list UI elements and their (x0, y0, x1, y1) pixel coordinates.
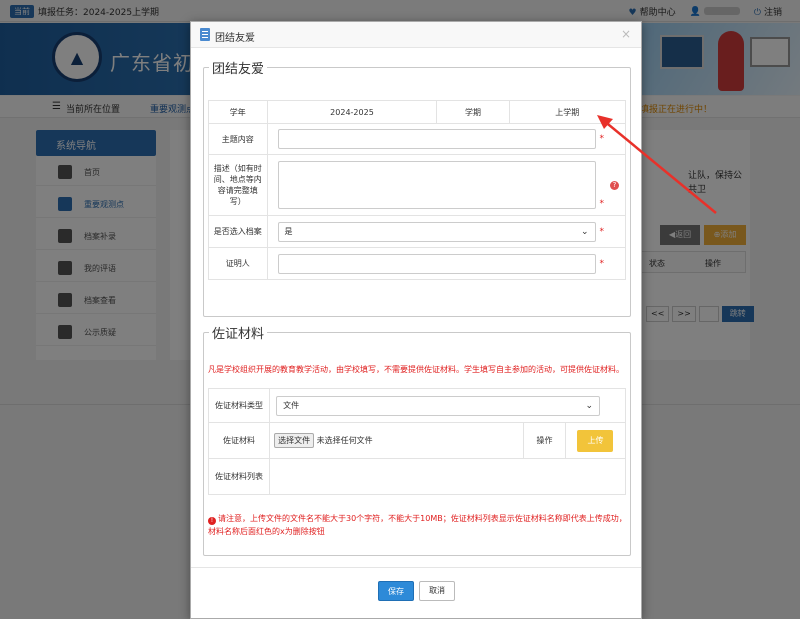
evidence-type-label: 佐证材料类型 (207, 388, 271, 423)
witness-input[interactable] (277, 253, 596, 274)
required-mark: * (599, 226, 605, 237)
evidence-list (269, 458, 626, 495)
required-mark: * (599, 134, 605, 144)
evidence-file-label: 佐证材料 (207, 422, 271, 459)
witness-label: 证明人 (208, 247, 268, 280)
evidence-type-select[interactable]: 文件 ⌄ (276, 395, 601, 416)
term-label: 学期 (436, 100, 510, 124)
help-icon[interactable]: ? (610, 180, 619, 190)
save-button[interactable]: 保存 (378, 581, 414, 601)
document-icon (200, 28, 210, 41)
topic-label: 主题内容 (208, 123, 268, 155)
topic-input[interactable] (277, 129, 596, 149)
choose-file-button[interactable]: 选择文件 (274, 433, 315, 448)
evidence-form-table: 佐证材料类型 文件 ⌄ 佐证材料 选择文件 未选择任何文件 操作 上传 佐证材料… (207, 388, 627, 495)
modal-footer: 保存 取消 (191, 567, 641, 619)
chevron-down-icon: ⌄ (580, 226, 589, 237)
year-value: 2024-2025 (266, 100, 438, 124)
archive-label: 是否选入档案 (208, 215, 268, 248)
year-label: 学年 (208, 100, 268, 124)
modal-title: 团结友爱 (215, 33, 255, 44)
term-value: 上学期 (508, 100, 627, 124)
description-label: 描述（如有时间、地点等内容请完整填写） (208, 154, 268, 216)
archive-select-value: 是 (284, 226, 293, 236)
warning-icon: ! (208, 517, 216, 525)
section-evidence-legend: 佐证材料 (209, 323, 268, 342)
required-mark: * (599, 199, 605, 209)
unity-modal: 团结友爱 × 团结友爱 学年 2024-2025 学期 上学期 主题内容 * 描… (190, 21, 642, 619)
operation-label: 操作 (523, 422, 566, 459)
unity-form-table: 学年 2024-2025 学期 上学期 主题内容 * 描述（如有时间、地点等内容… (208, 100, 627, 280)
archive-select[interactable]: 是 ⌄ (277, 221, 596, 242)
description-textarea[interactable] (277, 161, 596, 209)
evidence-type-value: 文件 (283, 400, 300, 410)
upload-warning: ! 请注意，上传文件的文件名不能大于30个字符，不能大于10MB；佐证材料列表显示… (208, 514, 627, 536)
file-status: 未选择任何文件 (316, 436, 373, 445)
modal-title-bar: 团结友爱 × (191, 22, 641, 48)
cancel-button[interactable]: 取消 (419, 581, 455, 601)
required-mark: * (599, 258, 605, 269)
chevron-down-icon: ⌄ (585, 400, 594, 411)
upload-button[interactable]: 上传 (577, 429, 614, 452)
close-icon[interactable]: × (621, 27, 631, 41)
evidence-list-label: 佐证材料列表 (207, 458, 271, 495)
section-unity-legend: 团结友爱 (209, 58, 268, 77)
evidence-note: 凡是学校组织开展的教育教学活动，由学校填写，不需要提供佐证材料。学生填写自主参加… (208, 365, 624, 374)
